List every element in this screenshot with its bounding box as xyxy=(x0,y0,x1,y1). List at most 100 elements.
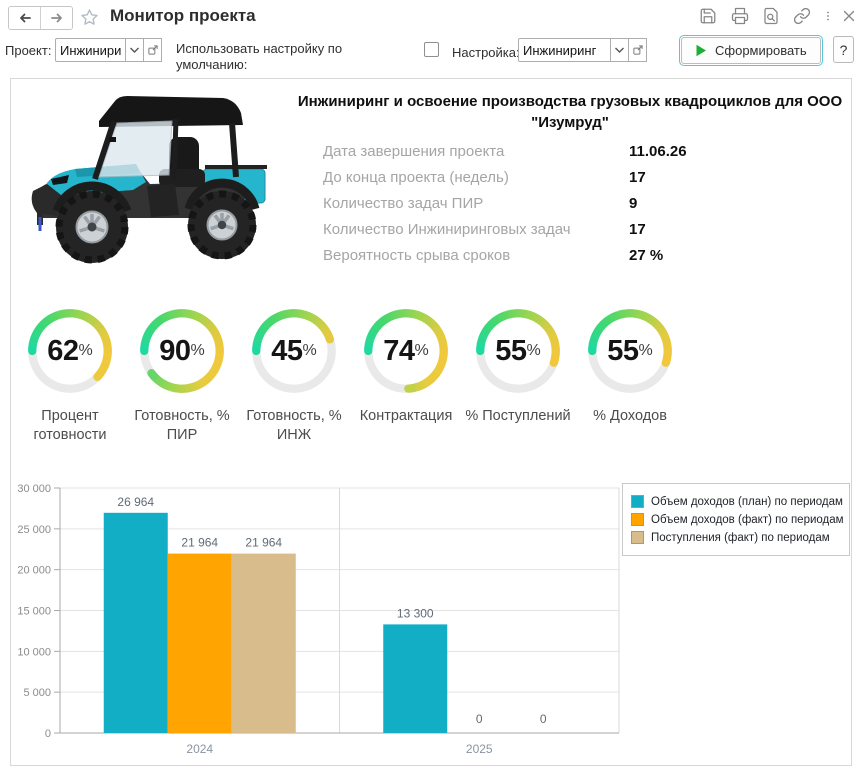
gauge-receipts: 55% % Поступлений xyxy=(462,305,574,445)
legend-swatch-icon xyxy=(631,513,644,526)
legend-swatch-icon xyxy=(631,495,644,508)
back-arrow-icon xyxy=(19,13,31,23)
legend-label: Объем доходов (план) по периодам xyxy=(651,495,843,508)
fact-label: Вероятность срыва сроков xyxy=(323,247,511,264)
chevron-down-icon xyxy=(130,47,139,53)
link-icon[interactable] xyxy=(793,7,811,25)
more-kebab-icon[interactable] xyxy=(822,7,834,25)
gauge-ring: 55% xyxy=(472,305,564,397)
gauge-ring: 55% xyxy=(584,305,676,397)
gauge-label: % Доходов xyxy=(593,408,667,424)
gauge-label: Готовность, % ПИР xyxy=(134,408,230,443)
setting-combo xyxy=(518,38,647,62)
setting-open-button[interactable] xyxy=(629,38,647,62)
project-monitor-window: Монитор проекта Проект: Инжиниринг Испол… xyxy=(0,0,855,779)
gauge-label: Процент готовности xyxy=(33,408,107,443)
close-icon[interactable] xyxy=(840,7,855,25)
gauge-value: 55 xyxy=(607,334,639,367)
gauge-contracting: 74% Контрактация xyxy=(350,305,462,445)
chart-legend: Объем доходов (план) по периодам Объем до… xyxy=(622,483,850,556)
fact-label: До конца проекта (недель) xyxy=(323,169,509,186)
gauge-value: 90 xyxy=(159,334,191,367)
front-wheel xyxy=(55,190,129,264)
gauge-label: Готовность, % ИНЖ xyxy=(246,408,342,443)
gauge-value: 45 xyxy=(271,334,303,367)
project-field-label: Проект: xyxy=(5,43,52,58)
project-input[interactable] xyxy=(55,38,126,62)
save-icon[interactable] xyxy=(699,7,717,25)
revenue-bar-chart: 0 5 000 10 000 15 000 20 000 25 000 30 000 26 9… xyxy=(15,461,850,763)
legend-item: Поступления (факт) по периодам xyxy=(631,531,841,544)
svg-text:15 000: 15 000 xyxy=(17,606,51,618)
open-window-icon xyxy=(147,45,158,55)
fact-value: 27 % xyxy=(629,247,664,264)
fact-value: 17 xyxy=(629,221,646,238)
legend-item: Объем доходов (факт) по периодам xyxy=(631,513,844,526)
help-button[interactable]: ? xyxy=(833,36,854,63)
svg-text:10 000: 10 000 xyxy=(17,646,51,658)
setting-dropdown-button[interactable] xyxy=(611,38,629,62)
gauge-unit: % xyxy=(302,342,317,359)
svg-text:30 000: 30 000 xyxy=(17,483,51,495)
svg-text:2024: 2024 xyxy=(186,742,213,756)
preview-icon[interactable] xyxy=(762,7,780,25)
gauges-row: 62% Процент готовности 90% Готовность, %… xyxy=(14,305,850,445)
fact-row-eng-tasks: Количество Инжиниринговых задач 17 xyxy=(311,217,853,243)
back-button[interactable] xyxy=(9,7,40,29)
fact-value: 11.06.26 xyxy=(629,143,687,160)
gauge-unit: % xyxy=(190,342,205,359)
gauge-unit: % xyxy=(526,342,541,359)
svg-text:25 000: 25 000 xyxy=(17,524,51,536)
fact-label: Количество задач ПИР xyxy=(323,195,484,212)
gauge-label: % Поступлений xyxy=(465,408,571,424)
generate-button[interactable]: Сформировать xyxy=(681,37,821,64)
legend-swatch-icon xyxy=(631,531,644,544)
legend-label: Поступления (факт) по периодам xyxy=(651,531,830,544)
gauge-label: Контрактация xyxy=(359,408,453,424)
svg-text:0: 0 xyxy=(45,728,51,740)
forward-button[interactable] xyxy=(40,7,72,29)
legend-item: Объем доходов (план) по периодам xyxy=(631,495,843,508)
gauge-value: 55 xyxy=(495,334,527,367)
svg-text:2025: 2025 xyxy=(466,742,493,756)
project-open-button[interactable] xyxy=(144,38,162,62)
nav-button-group xyxy=(8,6,73,30)
fact-row-pir-tasks: Количество задач ПИР 9 xyxy=(311,191,853,217)
gauge-ring: 62% xyxy=(24,305,116,397)
use-default-setting-label: Использовать настройку по умолчанию: xyxy=(176,41,343,72)
print-icon[interactable] xyxy=(731,7,749,25)
chevron-down-icon xyxy=(615,47,624,53)
generate-button-label: Сформировать xyxy=(715,43,807,58)
fact-row-risk: Вероятность срыва сроков 27 % xyxy=(311,243,853,269)
fact-label: Дата завершения проекта xyxy=(323,143,505,160)
svg-text:13 300: 13 300 xyxy=(397,606,434,620)
gauge-income: 55% % Доходов xyxy=(574,305,686,445)
fact-row-weeks-left: До конца проекта (недель) 17 xyxy=(311,165,853,191)
fact-row-finish-date: Дата завершения проекта 11.06.26 xyxy=(311,139,853,165)
svg-text:21 964: 21 964 xyxy=(245,536,282,550)
gauge-value: 74 xyxy=(383,334,415,367)
svg-text:26 964: 26 964 xyxy=(117,495,154,509)
project-title: Инжиниринг и освоение производства грузо… xyxy=(297,93,843,131)
gauge-value: 62 xyxy=(47,334,79,367)
gauge-unit: % xyxy=(78,342,93,359)
svg-text:20 000: 20 000 xyxy=(17,565,51,577)
gauge-unit: % xyxy=(638,342,653,359)
project-dropdown-button[interactable] xyxy=(126,38,144,62)
fact-value: 17 xyxy=(629,169,646,186)
setting-input[interactable] xyxy=(518,38,611,62)
project-facts-list: Дата завершения проекта 11.06.26 До конц… xyxy=(311,139,853,269)
play-icon xyxy=(696,44,706,57)
fact-value: 9 xyxy=(629,195,638,212)
svg-text:0: 0 xyxy=(540,712,547,726)
svg-text:0: 0 xyxy=(476,712,483,726)
project-vehicle-image xyxy=(31,96,267,264)
gauge-ring: 74% xyxy=(360,305,452,397)
favorite-star-icon[interactable] xyxy=(79,7,100,28)
use-default-checkbox[interactable] xyxy=(424,42,439,57)
gauge-readiness-pir: 90% Готовность, % ПИР xyxy=(126,305,238,445)
gauge-readiness-inzh: 45% Готовность, % ИНЖ xyxy=(238,305,350,445)
generate-button-focus-ring: Сформировать xyxy=(679,35,823,66)
page-title: Монитор проекта xyxy=(110,6,256,25)
svg-text:5 000: 5 000 xyxy=(23,687,51,699)
